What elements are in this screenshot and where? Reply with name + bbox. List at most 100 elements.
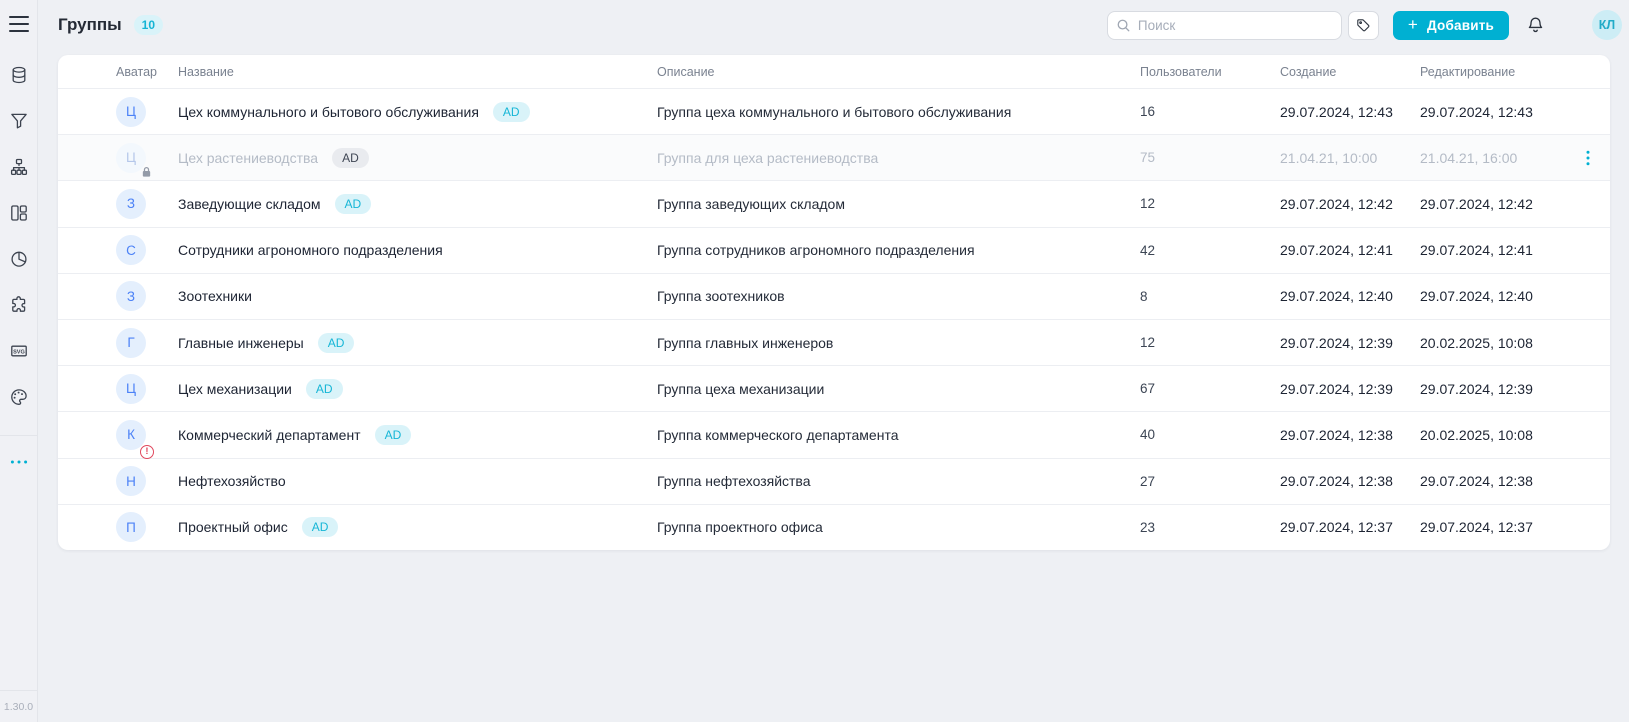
table-row[interactable]: К ! Коммерческий департамент AD Группа к…	[58, 411, 1610, 457]
users-count: 42	[1140, 243, 1280, 258]
group-name: Зоотехники	[178, 288, 252, 304]
add-button[interactable]: + Добавить	[1393, 11, 1509, 40]
table-row[interactable]: П Проектный офис AD Группа проектного оф…	[58, 504, 1610, 550]
avatar-initial: Н	[126, 474, 136, 489]
ad-badge: AD	[332, 148, 369, 168]
table-row[interactable]: С Сотрудники агрономного подразделения Г…	[58, 227, 1610, 273]
group-avatar: З	[116, 189, 146, 219]
app-version: 1.30.0	[0, 690, 38, 722]
lock-icon	[141, 166, 152, 178]
group-name: Главные инженеры	[178, 335, 304, 351]
search-input[interactable]	[1107, 11, 1342, 40]
avatar-initial: Ц	[126, 104, 136, 119]
users-count: 75	[1140, 150, 1280, 165]
edited-date: 29.07.2024, 12:42	[1420, 196, 1533, 212]
table-row[interactable]: Ц Цех коммунального и бытового обслужива…	[58, 88, 1610, 134]
tag-icon	[1355, 17, 1372, 34]
edited-date: 29.07.2024, 12:40	[1420, 288, 1533, 304]
edited-date: 20.02.2025, 10:08	[1420, 335, 1533, 351]
search-box	[1107, 11, 1342, 40]
created-date: 29.07.2024, 12:40	[1280, 288, 1420, 304]
created-date: 29.07.2024, 12:41	[1280, 242, 1420, 258]
group-avatar: Ц	[116, 143, 146, 173]
users-count: 23	[1140, 520, 1280, 535]
group-name: Цех механизации	[178, 381, 292, 397]
group-description: Группа заведующих складом	[657, 196, 1140, 212]
table-header: Аватар Название Описание Пользователи Со…	[58, 55, 1610, 88]
groups-table: Аватар Название Описание Пользователи Со…	[58, 55, 1610, 550]
group-name: Заведующие складом	[178, 196, 321, 212]
group-description: Группа цеха коммунального и бытового обс…	[657, 104, 1140, 120]
created-date: 29.07.2024, 12:39	[1280, 335, 1420, 351]
group-name: Сотрудники агрономного подразделения	[178, 242, 443, 258]
users-count: 12	[1140, 196, 1280, 211]
palette-icon[interactable]	[9, 387, 29, 407]
created-date: 29.07.2024, 12:37	[1280, 519, 1420, 535]
users-count: 67	[1140, 381, 1280, 396]
pie-chart-icon[interactable]	[9, 249, 29, 269]
svg-text:SVG: SVG	[13, 349, 25, 355]
table-row[interactable]: З Зоотехники Группа зоотехников 8 29.07.…	[58, 273, 1610, 319]
tags-button[interactable]	[1348, 11, 1379, 40]
sidebar: SVG 1.30.0	[0, 0, 38, 722]
table-row[interactable]: Ц Цех растениеводства AD Группа для цеха…	[58, 134, 1610, 180]
edited-date: 29.07.2024, 12:43	[1420, 104, 1533, 120]
created-date: 29.07.2024, 12:43	[1280, 104, 1420, 120]
avatar-initial: П	[126, 520, 136, 535]
created-date: 29.07.2024, 12:38	[1280, 427, 1420, 443]
group-description: Группа коммерческого департамента	[657, 427, 1140, 443]
table-row[interactable]: З Заведующие складом AD Группа заведующи…	[58, 180, 1610, 226]
database-icon[interactable]	[9, 65, 29, 85]
group-name: Нефтехозяйство	[178, 473, 286, 489]
group-description: Группа для цеха растениеводства	[657, 150, 1140, 166]
table-row[interactable]: Н Нефтехозяйство Группа нефтехозяйства 2…	[58, 458, 1610, 504]
more-menu-icon[interactable]	[9, 452, 29, 470]
user-avatar[interactable]: КЛ	[1592, 10, 1622, 40]
edited-date: 29.07.2024, 12:39	[1420, 381, 1533, 397]
notifications-button[interactable]	[1524, 14, 1546, 36]
svg-export-icon[interactable]: SVG	[9, 341, 29, 361]
layout-icon[interactable]	[9, 203, 29, 223]
row-menu-icon[interactable]	[1586, 150, 1590, 166]
table-row[interactable]: Г Главные инженеры AD Группа главных инж…	[58, 319, 1610, 365]
group-name: Коммерческий департамент	[178, 427, 361, 443]
table-row[interactable]: Ц Цех механизации AD Группа цеха механиз…	[58, 365, 1610, 411]
menu-toggle-icon[interactable]	[8, 15, 30, 33]
hierarchy-icon[interactable]	[9, 157, 29, 177]
group-description: Группа нефтехозяйства	[657, 473, 1140, 489]
avatar-initial: К	[127, 427, 135, 442]
topbar: Группы 10 + Добавить КЛ	[38, 0, 1629, 50]
edited-date: 21.04.21, 16:00	[1420, 150, 1517, 166]
puzzle-icon[interactable]	[9, 295, 29, 315]
ad-badge: AD	[493, 102, 530, 122]
avatar-initial: Ц	[126, 381, 136, 396]
groups-count-badge: 10	[134, 15, 163, 35]
group-avatar: П	[116, 512, 146, 542]
avatar-initial: З	[127, 289, 135, 304]
plus-icon: +	[1408, 16, 1418, 33]
filter-icon[interactable]	[9, 111, 29, 131]
bell-icon	[1526, 15, 1545, 35]
group-description: Группа цеха механизации	[657, 381, 1140, 397]
group-avatar: Ц	[116, 97, 146, 127]
column-header-avatar: Аватар	[116, 65, 178, 79]
page-title: Группы	[58, 15, 122, 35]
group-description: Группа главных инженеров	[657, 335, 1140, 351]
group-avatar: Н	[116, 466, 146, 496]
search-icon	[1116, 18, 1131, 33]
group-avatar: З	[116, 281, 146, 311]
users-count: 27	[1140, 474, 1280, 489]
avatar-initial: З	[127, 196, 135, 211]
users-count: 40	[1140, 427, 1280, 442]
group-avatar: Ц	[116, 374, 146, 404]
created-date: 21.04.21, 10:00	[1280, 150, 1420, 166]
users-count: 16	[1140, 104, 1280, 119]
column-header-users: Пользователи	[1140, 65, 1280, 79]
group-avatar: С	[116, 235, 146, 265]
table-body: Ц Цех коммунального и бытового обслужива…	[58, 88, 1610, 550]
edited-date: 29.07.2024, 12:41	[1420, 242, 1533, 258]
group-name: Проектный офис	[178, 519, 288, 535]
group-avatar: Г	[116, 328, 146, 358]
column-header-edited: Редактирование	[1420, 65, 1590, 79]
group-avatar: К !	[116, 420, 146, 450]
